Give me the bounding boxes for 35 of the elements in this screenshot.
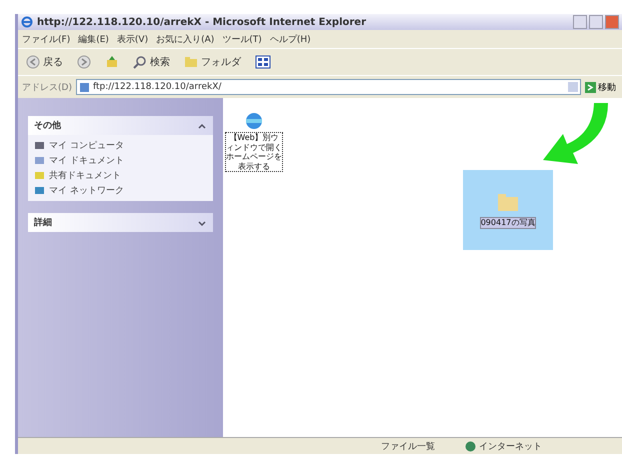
- minimize-button[interactable]: [573, 15, 587, 29]
- go-arrow-icon: [585, 82, 596, 92]
- web-shortcut-icon: [243, 110, 265, 132]
- menu-item[interactable]: ファイル(F): [22, 32, 70, 46]
- menu-item[interactable]: ヘルプ(H): [270, 32, 311, 46]
- file-item[interactable]: 090417の写真: [463, 170, 553, 250]
- panel-header[interactable]: その他: [28, 116, 213, 135]
- security-zone: インターネット: [465, 440, 542, 452]
- menu-item[interactable]: 編集(E): [78, 32, 109, 46]
- menu-item[interactable]: お気に入り(A): [156, 32, 214, 46]
- panel-header[interactable]: 詳細: [28, 213, 213, 232]
- search-button[interactable]: 検索: [131, 54, 172, 70]
- menu-item[interactable]: 表示(V): [116, 32, 148, 46]
- window-title: http://122.118.120.10/arrekX - Microsoft Internet Explorer: [37, 16, 368, 28]
- panel-link[interactable]: マイ ドキュメント: [34, 154, 207, 167]
- address-label: アドレス(D): [22, 82, 72, 94]
- page-icon: [78, 82, 90, 92]
- folder-icon: [184, 55, 198, 69]
- browser-icon: [21, 16, 33, 28]
- status-text: ファイル一覧: [381, 440, 435, 452]
- panel-link[interactable]: マイ コンピュータ: [34, 139, 207, 152]
- menu-item[interactable]: ツール(T): [222, 32, 262, 46]
- search-icon: [133, 55, 147, 69]
- maximize-button[interactable]: [589, 15, 603, 29]
- folder-icon: [495, 191, 521, 214]
- panel-link[interactable]: 共有ドキュメント: [34, 169, 207, 182]
- views-button[interactable]: [253, 54, 273, 70]
- back-button[interactable]: 戻る: [24, 54, 65, 70]
- close-button[interactable]: [605, 15, 619, 29]
- panel-link[interactable]: マイ ネットワーク: [34, 184, 207, 197]
- folders-button[interactable]: フォルダ: [182, 54, 243, 70]
- go-button[interactable]: 移動: [585, 80, 618, 94]
- forward-button[interactable]: [75, 54, 93, 70]
- address-field[interactable]: ftp://122.118.120.10/arrekX/: [76, 79, 581, 95]
- globe-icon: [465, 440, 476, 452]
